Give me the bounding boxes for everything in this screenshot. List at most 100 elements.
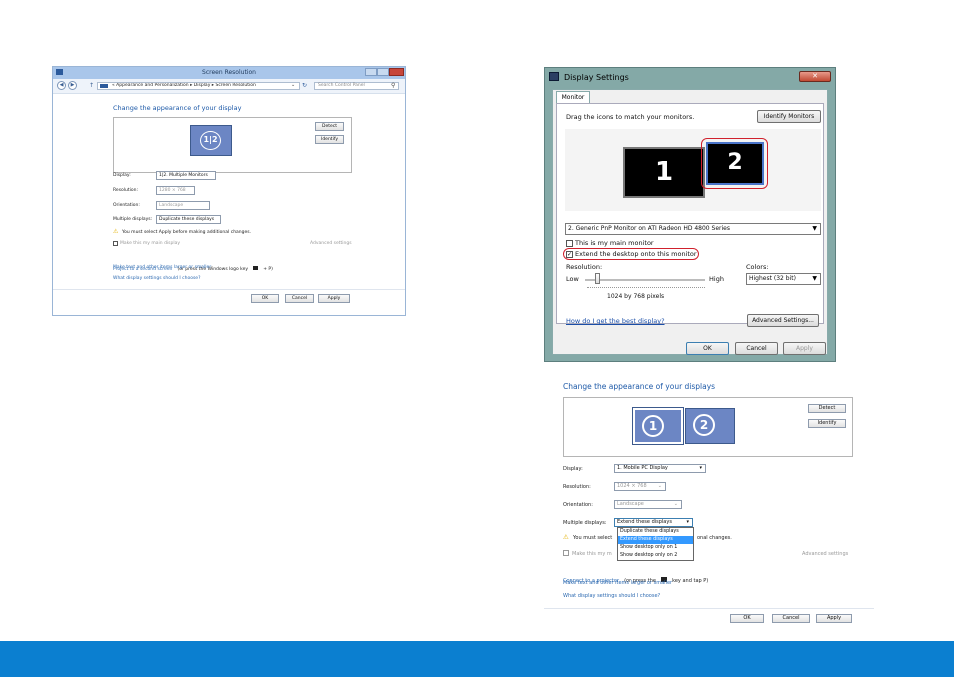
main-display-label: Make this my m	[572, 551, 612, 557]
close-button[interactable]	[389, 68, 404, 76]
colors-select[interactable]: Highest (32 bit) ▼	[746, 273, 821, 285]
minimize-button[interactable]	[365, 68, 377, 76]
identify-button[interactable]: Identify	[315, 135, 344, 144]
dropdown-option[interactable]: Show desktop only on 1	[618, 544, 693, 552]
resolution-label: Resolution:	[563, 484, 591, 490]
cancel-button[interactable]: Cancel	[735, 342, 778, 355]
tab-monitor[interactable]: Monitor	[556, 91, 590, 103]
resolution-select[interactable]: 1280 × 768	[156, 186, 195, 195]
back-arrow-icon[interactable]: ◀	[57, 81, 66, 90]
main-display-label: Make this my main display	[120, 241, 181, 246]
footer-divider	[544, 608, 874, 609]
resolution-select[interactable]: 1024 × 768 ⌄	[614, 482, 666, 491]
monitor-select[interactable]: 2. Generic PnP Monitor on ATI Radeon HD …	[565, 223, 821, 235]
chevron-down-icon: ⌄	[673, 501, 678, 507]
display-select[interactable]: 1|2. Multiple Monitors	[156, 171, 216, 180]
orientation-label: Orientation:	[563, 502, 593, 508]
monitor-1-tile[interactable]: 1	[632, 407, 684, 445]
address-bar[interactable]: « Appearance and Personalization ▸ Displ…	[97, 82, 300, 90]
ok-button[interactable]: OK	[251, 294, 279, 303]
dropdown-options: Duplicate these displays Extend these dis…	[618, 528, 693, 560]
main-display-checkbox[interactable]	[113, 241, 118, 246]
identify-button[interactable]: Identify	[808, 419, 846, 428]
dropdown-option[interactable]: Duplicate these displays	[618, 528, 693, 536]
orientation-label: Orientation:	[113, 203, 140, 208]
apply-button[interactable]: Apply	[816, 614, 852, 623]
multiple-displays-dropdown-list: Duplicate these displays Extend these dis…	[617, 527, 694, 561]
refresh-icon[interactable]: ↻	[302, 82, 307, 89]
text-size-link[interactable]: Make text and other items larger or smal…	[563, 580, 672, 586]
monitor-tile[interactable]: 1|2	[190, 125, 232, 156]
cancel-button[interactable]: Cancel	[285, 294, 314, 303]
chevron-down-icon: ⌄	[657, 483, 662, 489]
display-help-link[interactable]: What display settings should I choose?	[563, 593, 660, 599]
monitor-select-value: 2. Generic PnP Monitor on ATI Radeon HD …	[568, 225, 730, 232]
advanced-settings-button[interactable]: Advanced Settings...	[747, 314, 819, 327]
win7-display-panel: Change the appearance of your displays 1…	[544, 376, 874, 631]
multiple-displays-value: Duplicate these displays	[159, 217, 215, 222]
display-label: Display:	[563, 466, 583, 472]
up-arrow-icon[interactable]: ↑	[89, 82, 94, 89]
tab-panel: Drag the icons to match your monitors. I…	[556, 103, 824, 327]
multiple-displays-select[interactable]: Duplicate these displays	[156, 215, 221, 224]
vista-display-settings-window: Display Settings ✕ Monitor Drag the icon…	[544, 67, 836, 362]
dropdown-option[interactable]: Show desktop only on 2	[618, 552, 693, 560]
advanced-settings-link[interactable]: Advanced settings	[802, 551, 848, 557]
main-display-checkbox[interactable]	[563, 550, 569, 556]
display-label: Display:	[113, 173, 131, 178]
ok-button[interactable]: OK	[686, 342, 729, 355]
resolution-slider-thumb[interactable]	[594, 273, 600, 284]
colors-select-value: Highest (32 bit)	[749, 275, 796, 282]
cancel-button[interactable]: Cancel	[772, 614, 810, 623]
apply-button[interactable]: Apply	[783, 342, 826, 355]
monitor-1-tile[interactable]: 1	[623, 147, 705, 198]
search-placeholder: Search Control Panel	[318, 83, 365, 88]
chevron-down-icon: ▾	[686, 519, 689, 525]
monitor-2-tile[interactable]: 2	[685, 408, 735, 444]
monitor-number: 1|2	[200, 131, 221, 150]
ok-button[interactable]: OK	[730, 614, 764, 623]
chevron-down-icon: ▼	[812, 225, 817, 232]
project-hint-end: + P)	[263, 267, 273, 272]
apply-button[interactable]: Apply	[318, 294, 350, 303]
win8-screen-resolution-window: Screen Resolution ◀ ▶ ↑ « Appearance and…	[52, 66, 406, 316]
orientation-select[interactable]: Landscape ⌄	[614, 500, 682, 509]
search-input[interactable]: Search Control Panel	[314, 82, 399, 90]
resolution-slider-track[interactable]	[585, 279, 705, 281]
maximize-button[interactable]	[377, 68, 389, 76]
monitor-2-number: 2	[693, 414, 715, 436]
display-help-link[interactable]: What display settings should I choose?	[113, 276, 200, 281]
warning-text-start: You must select	[573, 535, 613, 541]
detect-button[interactable]: Detect	[808, 404, 846, 413]
help-link[interactable]: How do I get the best display?	[566, 317, 665, 325]
resolution-select-value: 1024 × 768	[617, 483, 647, 489]
page-title: Change the appearance of your display	[113, 104, 242, 112]
instruction-text: Drag the icons to match your monitors.	[566, 113, 695, 121]
multiple-displays-label: Multiple displays:	[563, 520, 607, 526]
orientation-select-value: Landscape	[617, 501, 644, 507]
forward-arrow-icon[interactable]: ▶	[68, 81, 77, 90]
warning-icon: ⚠	[563, 533, 569, 541]
monitor-2-highlight	[701, 138, 768, 189]
display-select[interactable]: 1. Mobile PC Display ▾	[614, 464, 706, 473]
identify-monitors-button[interactable]: Identify Monitors	[757, 110, 821, 123]
windows-logo-icon	[253, 266, 259, 270]
multiple-displays-select[interactable]: Extend these displays ▾	[614, 518, 693, 527]
detect-button[interactable]: Detect	[315, 122, 344, 131]
dropdown-option[interactable]: Extend these displays	[618, 536, 693, 544]
close-icon[interactable]: ✕	[799, 71, 831, 82]
chevron-down-icon: ▼	[812, 275, 817, 282]
breadcrumb: « Appearance and Personalization ▸ Displ…	[112, 83, 256, 88]
resolution-label: Resolution:	[113, 188, 139, 193]
dropdown-arrow-icon[interactable]: ⌄	[291, 82, 295, 88]
footer-divider	[53, 289, 405, 290]
window-title: Display Settings	[564, 73, 629, 82]
resolution-select-value: 1280 × 768	[159, 188, 186, 193]
multiple-displays-value: Extend these displays	[617, 519, 672, 525]
advanced-settings-link[interactable]: Advanced settings	[310, 241, 352, 246]
search-icon[interactable]: ⚲	[391, 82, 395, 89]
orientation-select[interactable]: Landscape	[156, 201, 210, 210]
display-select-value: 1. Mobile PC Display	[617, 465, 668, 471]
text-size-link[interactable]: Make text and other items larger or smal…	[113, 265, 211, 270]
main-monitor-checkbox[interactable]	[566, 240, 573, 247]
